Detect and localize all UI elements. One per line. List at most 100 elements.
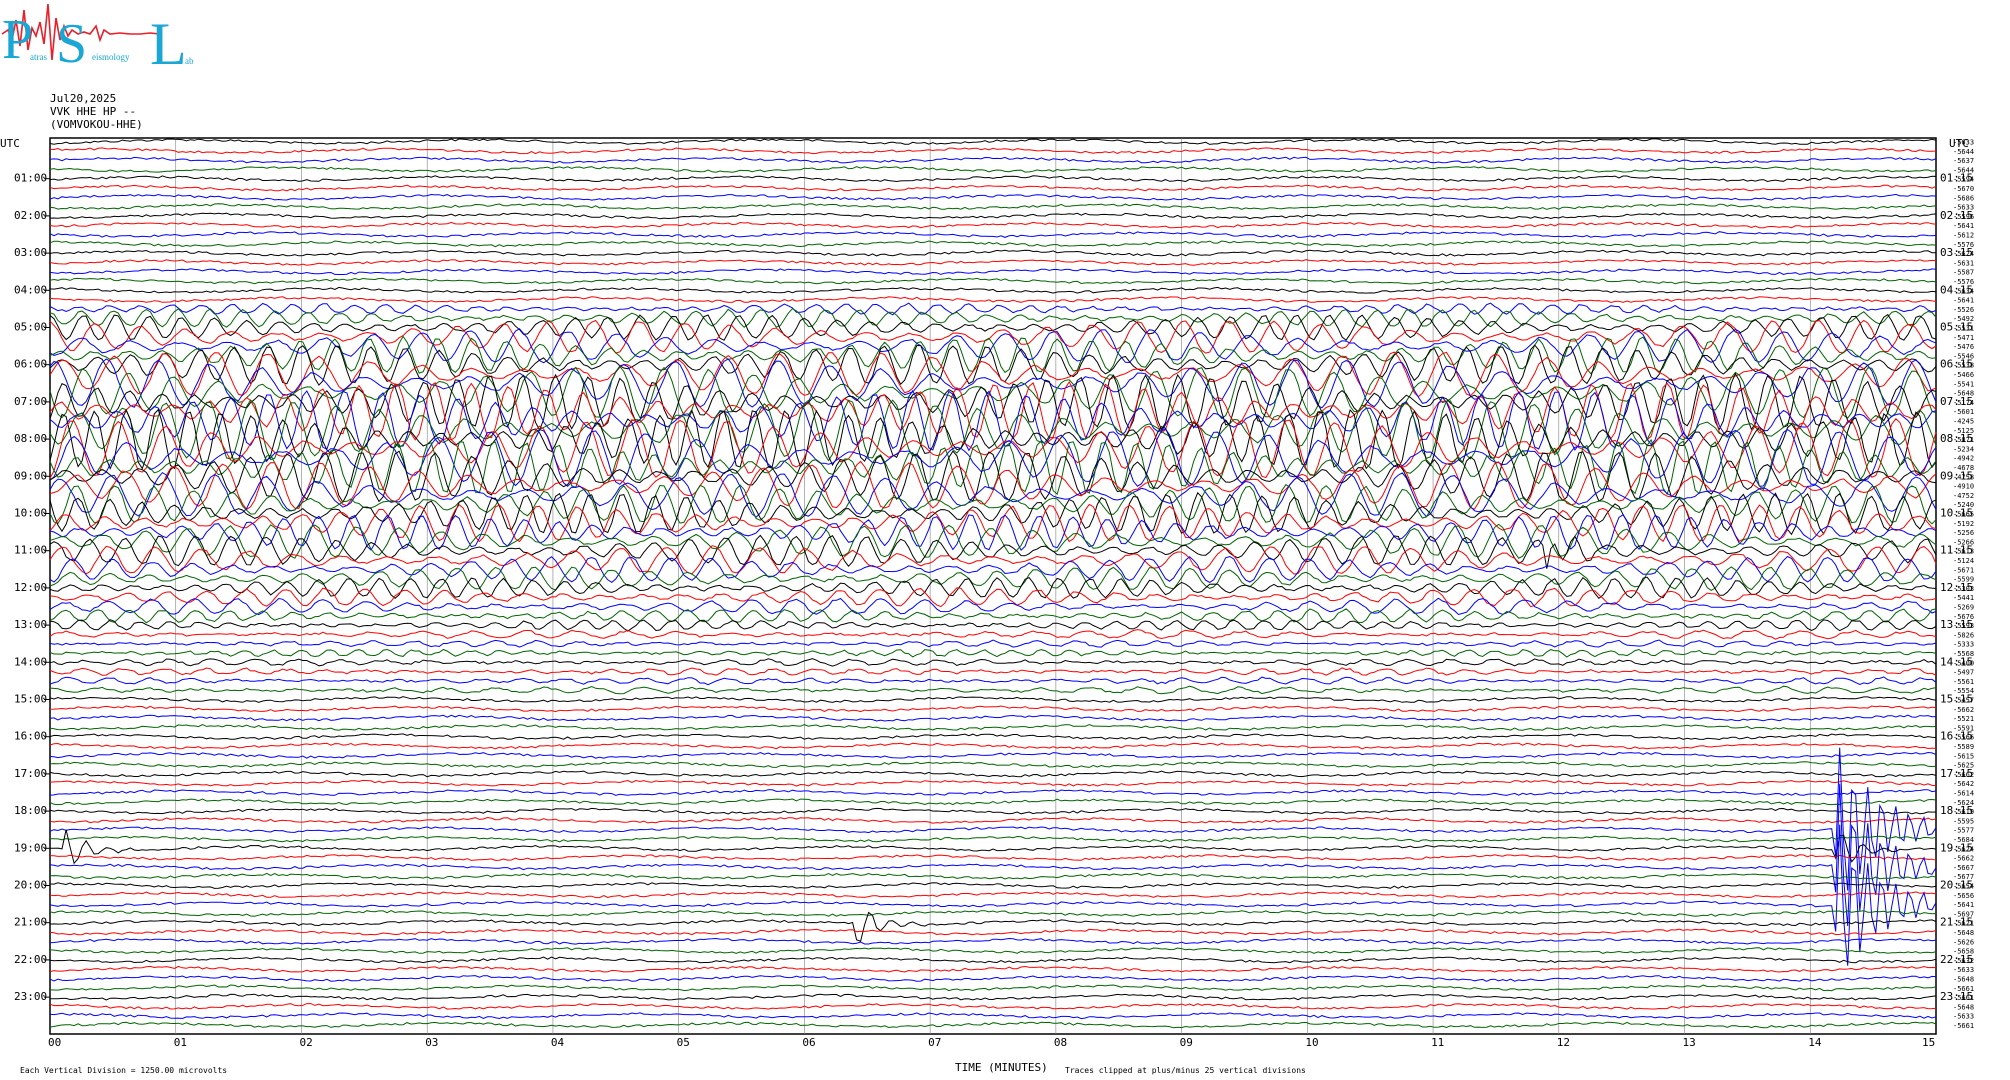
seismic-trace (49, 1003, 1937, 1010)
seismic-trace (49, 658, 1937, 667)
trace-offset-label: -5561 (1953, 678, 1974, 686)
hour-label-left: 05:00 (14, 321, 47, 334)
hour-label-right: 19:15 (1940, 841, 1973, 854)
trace-offset-label: -5656 (1953, 892, 1974, 900)
trace-offset-label: -5667 (1953, 864, 1974, 872)
x-tick-label: 09 (1180, 1036, 1193, 1049)
seismic-trace (49, 761, 1937, 768)
seismic-trace (49, 268, 1937, 276)
x-tick-label: 15 (1922, 1036, 1935, 1049)
hour-label-right: 11:15 (1940, 544, 1973, 557)
x-tick-label: 05 (677, 1036, 690, 1049)
seismic-trace (49, 975, 1937, 982)
hour-label-left: 04:00 (14, 283, 47, 296)
hour-label-right: 15:15 (1940, 693, 1973, 706)
seismic-trace (49, 696, 1937, 703)
hour-label-right: 03:15 (1940, 246, 1973, 259)
seismic-trace (49, 460, 1937, 511)
hour-label-left: 13:00 (14, 618, 47, 631)
seismic-trace (49, 676, 1937, 686)
trace-offset-label: -5686 (1953, 194, 1974, 202)
trace-offset-label: -5826 (1953, 631, 1974, 639)
trace-offset-label: -5541 (1953, 380, 1974, 388)
trace-offset-label: -5476 (1953, 343, 1974, 351)
hour-label-right: 09:15 (1940, 469, 1973, 482)
trace-offset-label: -5601 (1953, 408, 1974, 416)
trace-offset-label: -5614 (1953, 790, 1974, 798)
trace-offset-label: -5626 (1953, 938, 1974, 946)
hour-label-left: 10:00 (14, 507, 47, 520)
seismic-trace (49, 733, 1937, 741)
hour-label-left: 20:00 (14, 879, 47, 892)
seismic-trace (49, 328, 1937, 364)
seismic-trace (49, 138, 1937, 145)
trace-offset-label: -5441 (1953, 594, 1974, 602)
trace-offset-label: -4752 (1953, 492, 1974, 500)
seismic-trace (49, 779, 1937, 787)
seismic-trace (49, 956, 1937, 964)
seismic-trace (49, 302, 1937, 316)
trace-offset-label: -5633 (1953, 966, 1974, 974)
trace-offset-label: -5521 (1953, 715, 1974, 723)
trace-offset-label: -5595 (1953, 817, 1974, 825)
seismic-trace (49, 203, 1937, 210)
trace-offset-label: -5641 (1953, 901, 1974, 909)
x-tick-label: 04 (551, 1036, 565, 1049)
hour-label-left: 07:00 (14, 395, 47, 408)
trace-offset-label: -5577 (1953, 827, 1974, 835)
x-tick-label: 13 (1683, 1036, 1696, 1049)
x-tick-label: 06 (802, 1036, 815, 1049)
trace-offset-label: -5662 (1953, 855, 1974, 863)
utc-left-label: UTC (0, 137, 20, 150)
x-tick-label: 00 (48, 1036, 61, 1049)
seismic-trace (49, 789, 1937, 796)
hour-label-right: 06:15 (1940, 358, 1973, 371)
seismic-trace (49, 212, 1937, 220)
hour-label-left: 16:00 (14, 730, 47, 743)
seismic-trace (49, 308, 1937, 328)
seismic-trace (49, 723, 1937, 731)
hour-label-right: 16:15 (1940, 730, 1973, 743)
trace-offset-label: -5466 (1953, 371, 1974, 379)
seismic-trace (49, 184, 1937, 192)
seismic-trace (49, 438, 1937, 496)
hour-label-left: 22:00 (14, 953, 47, 966)
trace-offset-label: -5642 (1953, 780, 1974, 788)
seismic-trace (49, 751, 1937, 759)
clip-note: Traces clipped at plus/minus 25 vertical… (1065, 1066, 1306, 1075)
trace-group (49, 138, 1937, 1029)
seismic-trace (49, 587, 1937, 608)
trace-offset-label: -5662 (1953, 706, 1974, 714)
seismic-trace (49, 491, 1937, 536)
seismic-trace (49, 807, 1937, 815)
seismic-trace (49, 947, 1937, 954)
x-tick-label: 12 (1557, 1036, 1570, 1049)
seismic-trace (49, 891, 1937, 899)
trace-offset-label: -5648 (1953, 976, 1974, 984)
seismic-trace (49, 1021, 1937, 1029)
hour-label-right: 04:15 (1940, 283, 1973, 296)
seismic-trace (49, 193, 1937, 201)
hour-label-right: 14:15 (1940, 655, 1973, 668)
seismic-trace (49, 639, 1937, 648)
trace-offset-label: -5124 (1953, 557, 1974, 565)
seismic-trace (49, 872, 1937, 880)
x-tick-label: 02 (299, 1036, 312, 1049)
trace-offset-label: -5671 (1953, 566, 1974, 574)
trace-offset-label: -5234 (1953, 445, 1974, 453)
seismic-trace (49, 249, 1936, 257)
seismic-trace (50, 993, 1937, 1001)
hour-label-left: 12:00 (14, 581, 47, 594)
seismic-trace (49, 258, 1937, 266)
hour-label-right: 13:15 (1940, 618, 1973, 631)
seismic-trace (49, 667, 1937, 676)
seismic-trace (49, 629, 1937, 640)
trace-offset-label: -5615 (1953, 752, 1974, 760)
seismic-trace (49, 984, 1937, 992)
hour-label-right: 01:15 (1940, 172, 1973, 185)
hour-label-left: 08:00 (14, 432, 47, 445)
trace-offset-label: -5648 (1953, 929, 1974, 937)
seismic-trace (49, 747, 1937, 891)
seismic-trace (49, 240, 1937, 248)
trace-offset-label: -5661 (1953, 1022, 1974, 1030)
